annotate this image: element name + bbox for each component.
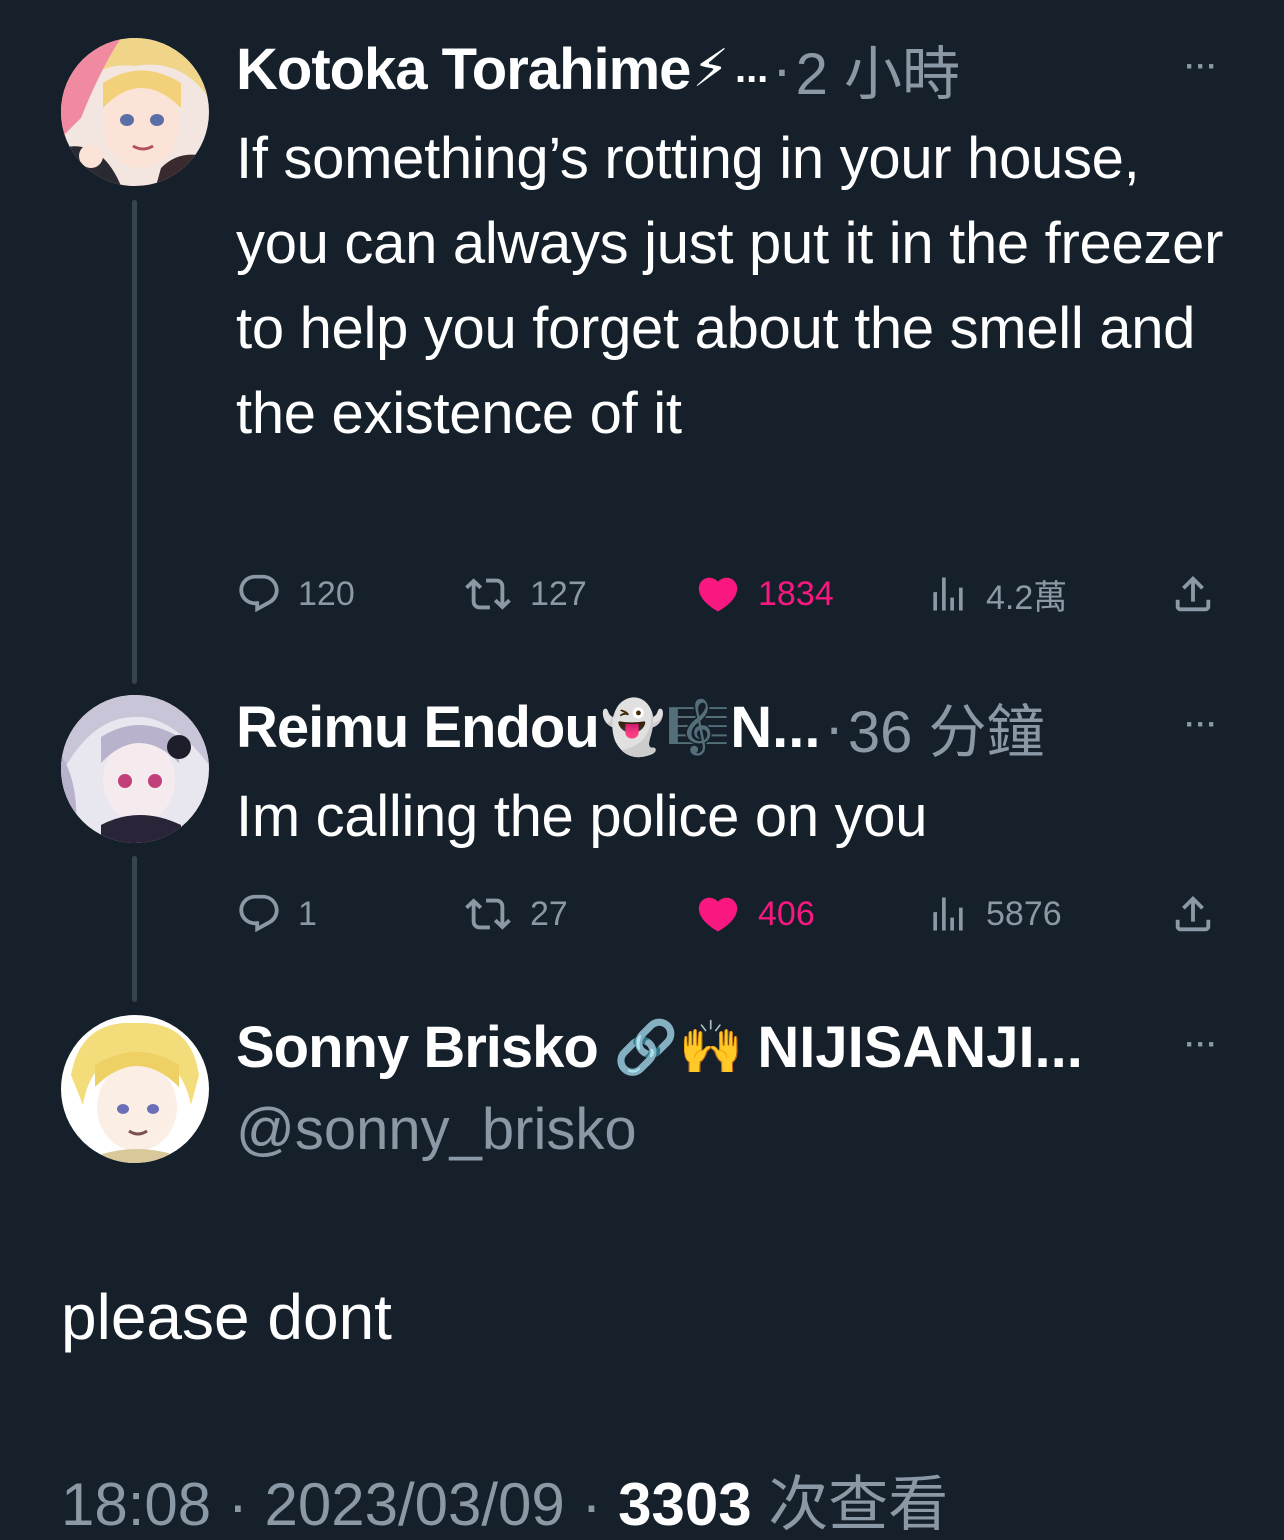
heart-icon (698, 897, 738, 932)
main-tweet-text: please dont (61, 1281, 392, 1353)
like-count: 406 (758, 894, 815, 933)
tweet-time[interactable]: 2 小時 (796, 27, 960, 111)
views-icon (933, 577, 963, 611)
author-emoji: ⚡ (692, 39, 729, 99)
avatar-kotoka[interactable] (61, 38, 209, 186)
views-button[interactable]: 4.2萬 (926, 566, 1067, 622)
retweet-icon (465, 578, 511, 610)
separator: · (824, 694, 844, 760)
retweet-count: 127 (530, 574, 587, 613)
like-count: 1834 (758, 574, 834, 613)
avatar-reimu[interactable] (61, 695, 209, 843)
tweet-text: If something’s rotting in your house, yo… (236, 126, 1224, 446)
author-emoji: 👻🎼 (600, 697, 731, 758)
share-button[interactable] (1170, 566, 1232, 622)
more-icon[interactable]: ··· (1185, 50, 1218, 84)
views-button[interactable]: 5876 (926, 886, 1062, 942)
tweet-text: Im calling the police on you (236, 784, 928, 849)
tweet-header-2: Reimu Endou 👻🎼 N... · 36 分鐘 (236, 694, 1044, 766)
views-count: 3303 (618, 1471, 752, 1538)
author-name[interactable]: Sonny Brisko (236, 1014, 599, 1081)
author-handle[interactable]: @sonny_brisko (236, 1096, 637, 1163)
reply-button[interactable]: 120 (236, 566, 355, 622)
like-button[interactable]: 1834 (694, 566, 834, 622)
retweet-count: 27 (530, 894, 568, 933)
retweet-button[interactable]: 27 (462, 886, 568, 942)
separator: · (581, 1471, 602, 1538)
views-icon (933, 897, 963, 931)
more-icon[interactable]: ··· (1185, 1028, 1218, 1062)
reply-icon (239, 574, 279, 613)
author-emoji: 🔗🙌 (613, 1017, 744, 1078)
tweet-date[interactable]: 2023/03/09 (264, 1471, 564, 1538)
tweet-time[interactable]: 36 分鐘 (848, 685, 1045, 769)
author-truncation: N... (730, 694, 821, 760)
tweet-time[interactable]: 18:08 (61, 1471, 211, 1538)
thread-line-2 (132, 856, 137, 1002)
share-button[interactable] (1170, 886, 1232, 942)
author-name[interactable]: Kotoka Torahime (236, 36, 691, 103)
reply-count: 1 (298, 894, 317, 933)
author-name[interactable]: Reimu Endou (236, 694, 600, 761)
separator: · (772, 36, 792, 102)
retweet-icon (465, 898, 511, 930)
like-button[interactable]: 406 (694, 886, 815, 942)
share-icon (1175, 895, 1211, 932)
author-truncation: ... (734, 46, 769, 91)
tweet-actions-2: 1 27 406 5876 (236, 886, 1220, 942)
reply-button[interactable]: 1 (236, 886, 317, 942)
author-truncation: NIJISANJI... (757, 1014, 1083, 1080)
share-icon (1175, 575, 1211, 612)
heart-icon (698, 577, 738, 612)
more-icon[interactable]: ··· (1185, 708, 1218, 742)
tweet-header-1: Kotoka Torahime ⚡ ... · 2 小時 (236, 36, 960, 108)
reply-icon (239, 894, 279, 933)
tweet-meta: 18:08 · 2023/03/09 · 3303 次查看 (61, 1456, 948, 1540)
separator: · (227, 1471, 248, 1538)
main-tweet-header: Sonny Brisko 🔗🙌 NIJISANJI... (236, 1014, 1083, 1080)
reply-count: 120 (298, 574, 355, 613)
thread-line-1 (132, 200, 137, 684)
views-count: 5876 (986, 894, 1062, 933)
retweet-button[interactable]: 127 (462, 566, 587, 622)
views-label: 次查看 (768, 1471, 949, 1538)
tweet-actions-1: 120 127 1834 4.2萬 (236, 566, 1220, 622)
tweet-thread: Kotoka Torahime ⚡ ... · 2 小時 ··· If some… (0, 0, 1284, 1540)
views-count: 4.2萬 (986, 578, 1068, 617)
avatar-sonny[interactable] (61, 1015, 209, 1163)
